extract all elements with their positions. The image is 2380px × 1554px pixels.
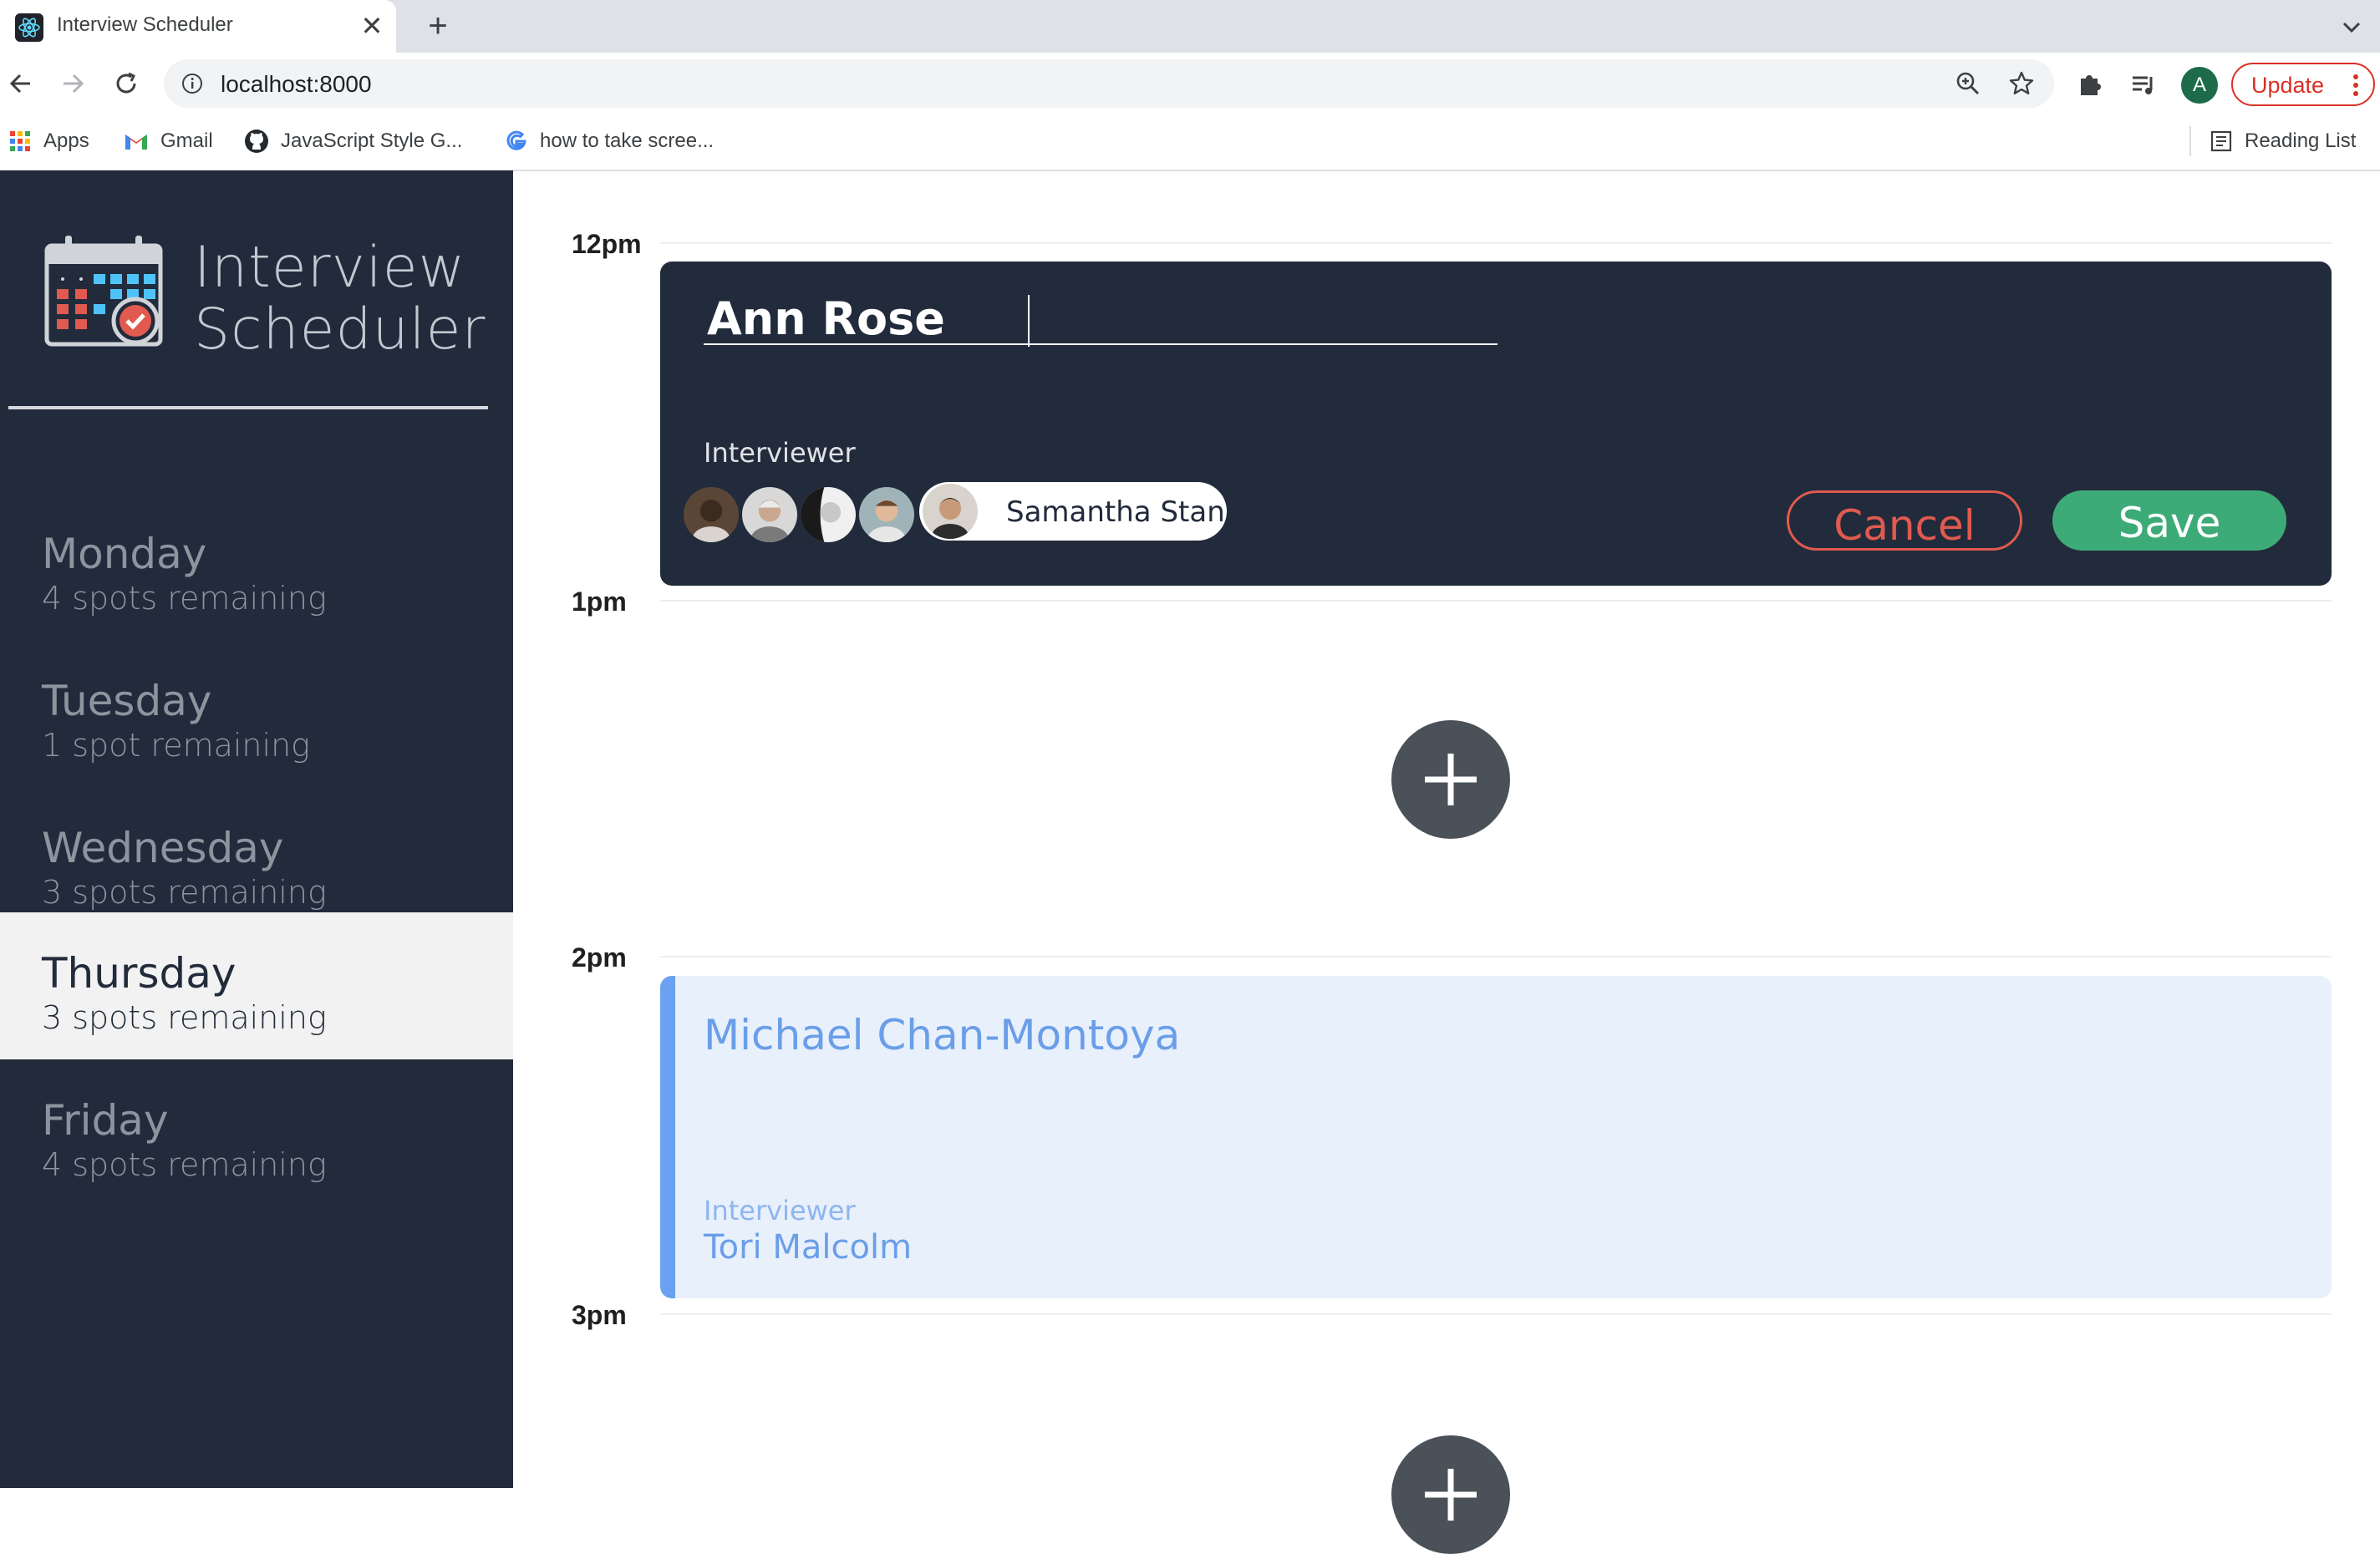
zoom-icon[interactable] xyxy=(1954,69,1982,98)
day-item-friday[interactable]: Friday 4 spots remaining xyxy=(0,1059,513,1206)
save-button[interactable]: Save xyxy=(2052,490,2286,551)
day-name: Wednesday xyxy=(42,824,284,872)
day-spots: 1 spot remaining xyxy=(42,727,310,764)
hour-label: 3pm xyxy=(572,1300,627,1330)
day-spots: 3 spots remaining xyxy=(42,874,327,911)
day-name: Thursday xyxy=(42,949,236,998)
bookmark-label: JavaScript Style G... xyxy=(281,130,463,152)
bookmark-label: Gmail xyxy=(160,130,213,152)
back-arrow-icon[interactable] xyxy=(2,64,40,103)
app-title-line2: Scheduler xyxy=(194,297,486,363)
interviewer-name: Samantha Stanic xyxy=(1006,495,1248,529)
profile-avatar[interactable]: A xyxy=(2181,67,2218,104)
interviewer-avatar[interactable] xyxy=(799,485,857,544)
browser-tab[interactable]: Interview Scheduler ✕ xyxy=(0,0,396,53)
bookmark-divider xyxy=(2189,126,2191,156)
gmail-icon xyxy=(125,135,147,150)
appointment-student-name: Michael Chan-Montoya xyxy=(704,1011,1181,1059)
text-caret xyxy=(1028,295,1030,347)
add-appointment-button[interactable] xyxy=(1391,720,1510,839)
bookmark-label: Apps xyxy=(43,130,89,152)
url-text[interactable]: localhost:8000 xyxy=(221,71,372,98)
interviewer-selected[interactable]: Samantha Stanic xyxy=(919,482,1248,541)
bookmark-gmail[interactable]: Gmail xyxy=(124,126,213,156)
update-label: Update xyxy=(2251,73,2325,98)
more-vertical-icon xyxy=(2350,71,2362,99)
plus-icon xyxy=(1425,1469,1477,1521)
close-tab-icon[interactable]: ✕ xyxy=(358,12,386,40)
day-spots: 4 spots remaining xyxy=(42,1146,327,1183)
interviewer-label: Interviewer xyxy=(704,437,856,469)
appointment-accent-bar xyxy=(660,976,675,1298)
reload-icon[interactable] xyxy=(107,64,145,103)
google-icon xyxy=(506,130,526,150)
app-title-line1: Interview xyxy=(194,235,466,301)
hour-label: 2pm xyxy=(572,942,627,973)
sidebar-divider xyxy=(8,406,488,409)
bookmarks-bar: Apps Gmail JavaScript Style G... how to … xyxy=(0,114,2380,171)
hour-label: 1pm xyxy=(572,587,627,617)
info-icon[interactable] xyxy=(181,72,204,95)
student-name-input[interactable] xyxy=(704,293,1498,345)
github-icon xyxy=(245,130,268,153)
app-title: Interview Scheduler xyxy=(194,237,486,361)
interviewer-avatar xyxy=(923,484,978,539)
day-spots: 3 spots remaining xyxy=(42,999,327,1036)
day-name: Monday xyxy=(42,530,207,578)
hour-divider xyxy=(660,956,2332,957)
hour-divider xyxy=(660,1313,2332,1315)
apps-grid-icon xyxy=(10,131,30,151)
appointment-form: Interviewer Samantha Stanic Cancel Save xyxy=(660,262,2332,586)
interviewer-avatar[interactable] xyxy=(740,485,799,544)
extensions-puzzle-icon[interactable] xyxy=(2076,70,2104,99)
tab-title: Interview Scheduler xyxy=(57,13,233,36)
plus-icon xyxy=(1425,754,1477,805)
bookmark-javascript-style[interactable]: JavaScript Style G... xyxy=(244,126,462,156)
bookmark-how-to-take-screenshot[interactable]: how to take scree... xyxy=(505,126,714,156)
media-queue-icon[interactable] xyxy=(2129,70,2158,99)
forward-arrow-icon[interactable] xyxy=(53,64,92,103)
reading-list-button[interactable]: Reading List xyxy=(2210,126,2356,156)
appointment-interviewer-label: Interviewer xyxy=(704,1195,856,1226)
hour-divider xyxy=(660,600,2332,602)
browser-toolbar: localhost:8000 A Update xyxy=(0,53,2380,114)
day-spots: 4 spots remaining xyxy=(42,580,327,617)
cancel-button[interactable]: Cancel xyxy=(1787,490,2022,551)
browser-tab-strip: Interview Scheduler ✕ + xyxy=(0,0,2380,53)
bookmark-apps[interactable]: Apps xyxy=(8,126,89,156)
day-item-monday[interactable]: Monday 4 spots remaining xyxy=(0,493,513,640)
reading-list-label: Reading List xyxy=(2245,130,2357,152)
calendar-logo-icon xyxy=(42,234,167,351)
interviewer-avatar[interactable] xyxy=(857,485,916,544)
update-button[interactable]: Update xyxy=(2231,63,2375,106)
appointment-interviewer-name: Tori Malcolm xyxy=(704,1228,913,1267)
day-name: Tuesday xyxy=(42,677,212,725)
chevron-down-icon[interactable] xyxy=(2337,12,2367,42)
hour-divider xyxy=(660,242,2332,244)
bookmark-star-icon[interactable] xyxy=(2007,69,2036,98)
react-favicon-icon xyxy=(15,13,43,42)
day-item-thursday[interactable]: Thursday 3 spots remaining xyxy=(0,912,513,1059)
save-label: Save xyxy=(2118,499,2221,547)
day-name: Friday xyxy=(42,1096,169,1145)
schedule: 12pm Interviewer Samantha Stanic Cancel xyxy=(513,170,2380,1554)
sidebar: Interview Scheduler Monday 4 spots remai… xyxy=(0,170,513,1488)
add-appointment-button[interactable] xyxy=(1391,1435,1510,1554)
hour-label: 12pm xyxy=(572,229,642,259)
new-tab-button[interactable]: + xyxy=(420,8,456,43)
address-bar[interactable]: localhost:8000 xyxy=(164,59,2054,108)
interviewer-avatar[interactable] xyxy=(682,485,740,544)
appointment-card[interactable]: Michael Chan-Montoya Interviewer Tori Ma… xyxy=(660,976,2332,1298)
day-item-tuesday[interactable]: Tuesday 1 spot remaining xyxy=(0,640,513,787)
reading-list-icon xyxy=(2210,130,2232,152)
cancel-label: Cancel xyxy=(1833,501,1976,550)
bookmark-label: how to take scree... xyxy=(540,130,715,152)
